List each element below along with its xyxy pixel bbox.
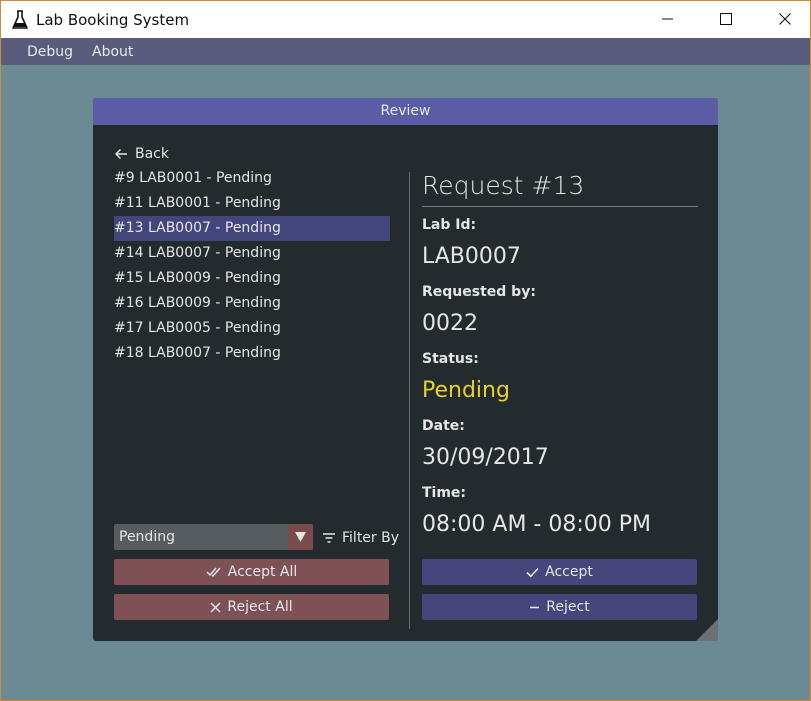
filter-icon — [323, 533, 335, 543]
dropdown-arrow-icon — [295, 532, 306, 542]
minimize-button[interactable] — [645, 1, 691, 38]
maximize-button[interactable] — [703, 1, 749, 38]
date-label: Date: — [422, 418, 465, 434]
resize-handle[interactable] — [696, 619, 718, 641]
status-value: Pending — [422, 378, 510, 403]
close-icon — [779, 13, 791, 25]
title-bar[interactable]: Lab Booking System — [1, 1, 810, 38]
requested-by-label: Requested by: — [422, 284, 536, 300]
maximize-icon — [720, 13, 732, 25]
menu-bar: Debug About — [1, 38, 810, 65]
reject-button[interactable]: Reject — [422, 594, 697, 620]
arrow-left-icon — [114, 148, 127, 160]
reject-label: Reject — [546, 599, 590, 615]
list-item[interactable]: #18 LAB0007 - Pending — [114, 341, 390, 366]
panel-title: Review — [93, 98, 718, 125]
requested-by-value: 0022 — [422, 311, 478, 336]
request-title: Request #13 — [422, 170, 698, 207]
request-list: #9 LAB0001 - Pending #11 LAB0001 - Pendi… — [114, 166, 390, 366]
list-item[interactable]: #17 LAB0005 - Pending — [114, 316, 390, 341]
reject-all-label: Reject All — [227, 599, 293, 615]
list-item[interactable]: #14 LAB0007 - Pending — [114, 241, 390, 266]
reject-all-button[interactable]: Reject All — [114, 594, 389, 620]
close-button[interactable] — [762, 1, 808, 38]
status-filter-value: Pending — [119, 529, 175, 545]
list-item[interactable]: #15 LAB0009 - Pending — [114, 266, 390, 291]
accept-all-label: Accept All — [227, 564, 298, 580]
double-check-icon — [206, 567, 221, 578]
list-item[interactable]: #9 LAB0001 - Pending — [114, 166, 390, 191]
accept-button[interactable]: Accept — [422, 559, 697, 585]
back-button[interactable]: Back — [114, 146, 169, 162]
minimize-icon — [662, 18, 673, 20]
lab-id-label: Lab Id: — [422, 217, 477, 233]
app-window: Lab Booking System Debug About Review Ba… — [0, 0, 811, 701]
x-icon — [210, 601, 221, 613]
menu-about[interactable]: About — [92, 44, 133, 60]
list-item-selected[interactable]: #13 LAB0007 - Pending — [114, 216, 390, 241]
back-label: Back — [135, 146, 169, 162]
accept-all-button[interactable]: Accept All — [114, 559, 389, 585]
menu-debug[interactable]: Debug — [27, 44, 73, 60]
accept-label: Accept — [545, 564, 593, 580]
column-divider — [409, 172, 410, 629]
lab-id-value: LAB0007 — [422, 244, 521, 269]
time-label: Time: — [422, 485, 467, 501]
filter-by-label: Filter By — [342, 530, 400, 546]
flask-icon — [11, 10, 29, 30]
status-filter-select[interactable]: Pending — [114, 524, 313, 550]
filter-by-button[interactable]: Filter By — [322, 530, 399, 546]
review-panel: Review Back #9 LAB0001 - Pending #11 LAB… — [93, 98, 718, 641]
check-icon — [526, 567, 539, 577]
window-title: Lab Booking System — [36, 11, 190, 29]
list-item[interactable]: #16 LAB0009 - Pending — [114, 291, 390, 316]
time-value: 08:00 AM - 08:00 PM — [422, 512, 651, 537]
minus-icon — [530, 606, 540, 608]
dropdown-button[interactable] — [288, 524, 313, 550]
status-label: Status: — [422, 351, 479, 367]
date-value: 30/09/2017 — [422, 445, 549, 470]
request-detail: Request #13 Lab Id: LAB0007 Requested by… — [422, 170, 698, 542]
list-item[interactable]: #11 LAB0001 - Pending — [114, 191, 390, 216]
